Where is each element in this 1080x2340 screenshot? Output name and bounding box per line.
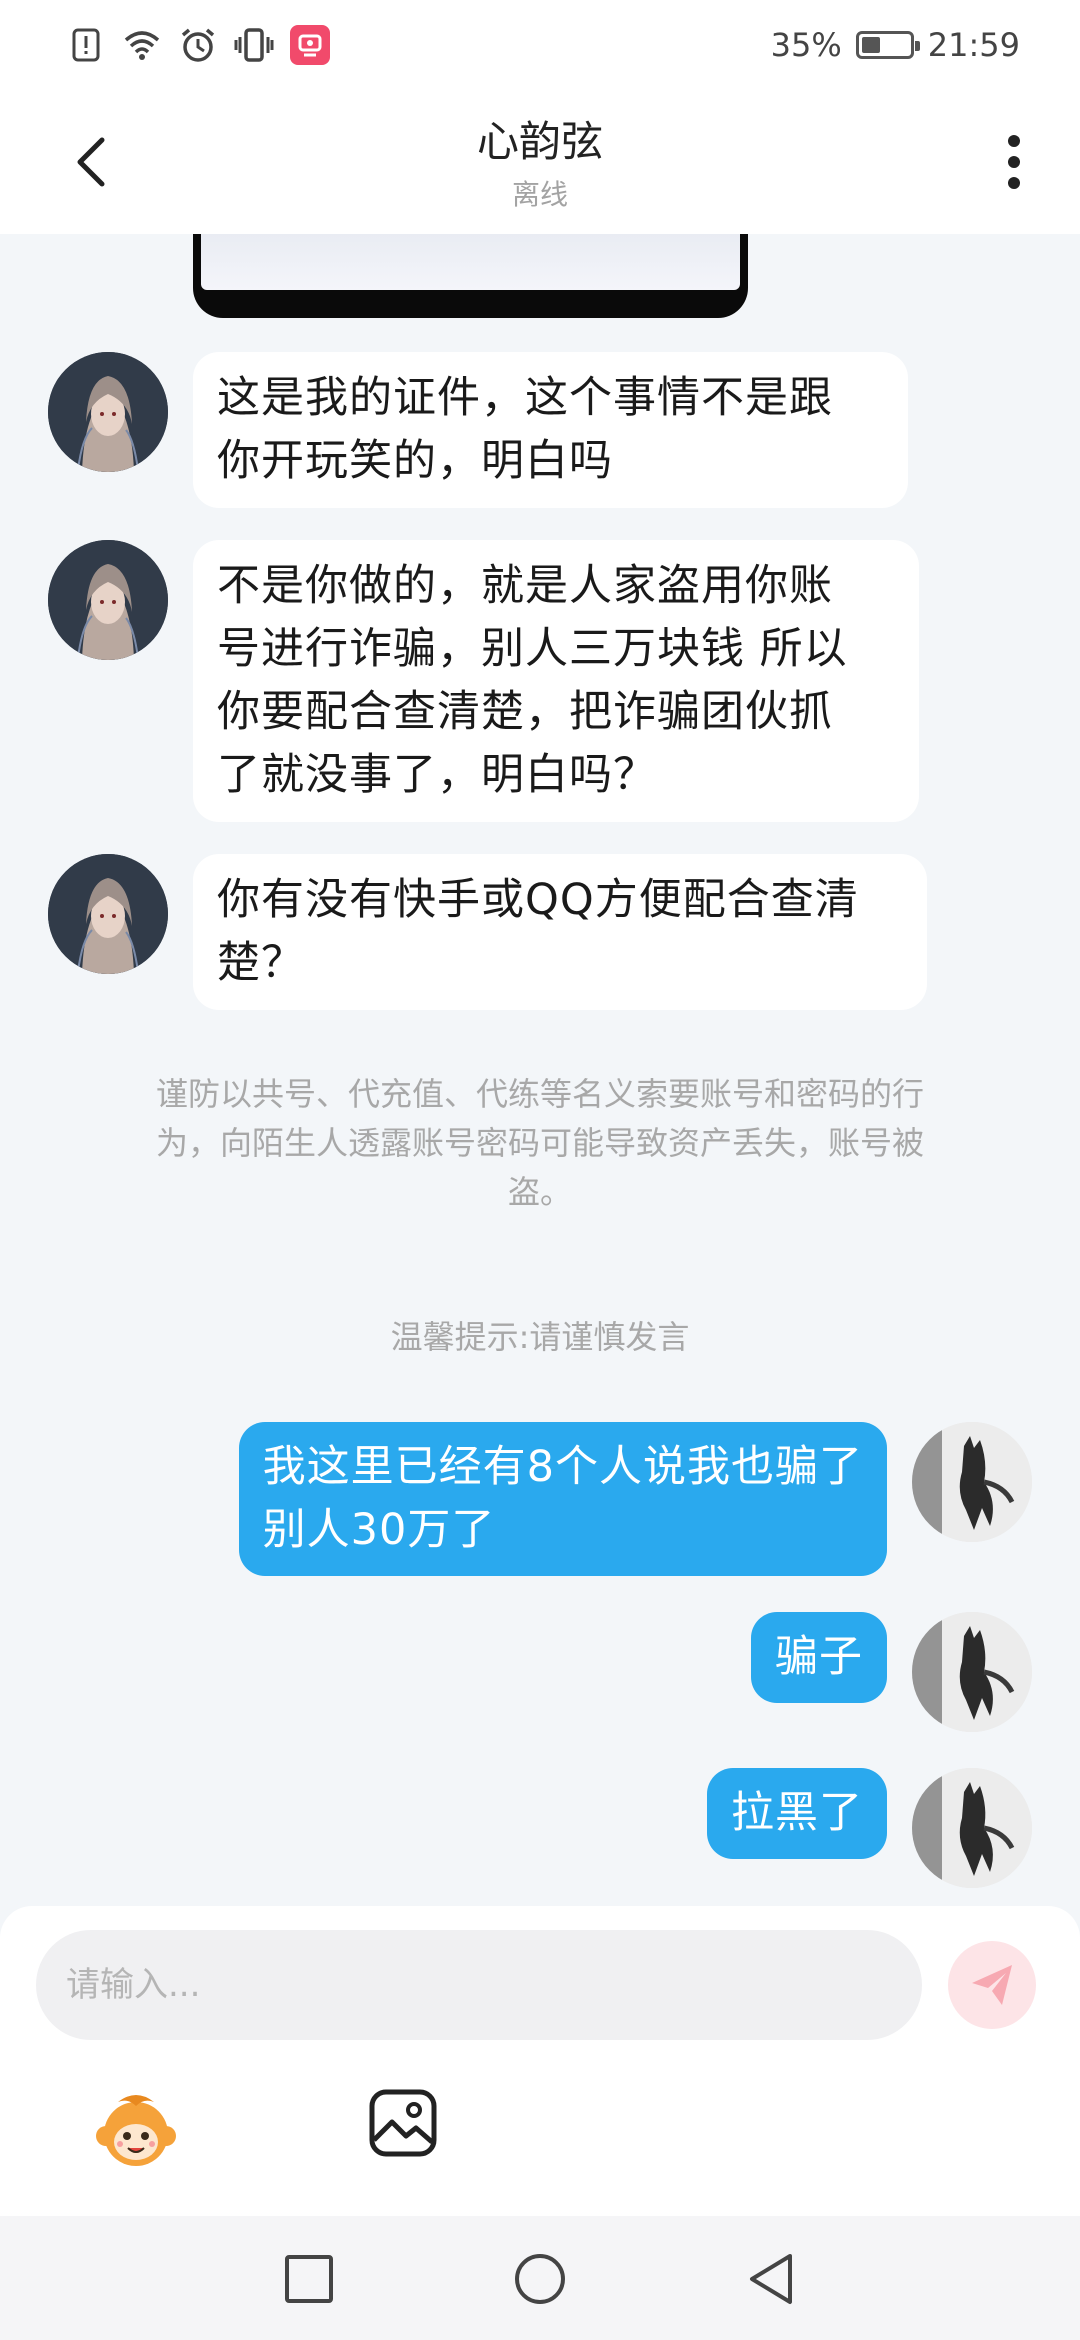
battery-percent: 35% bbox=[770, 26, 842, 64]
message-list[interactable]: 这是我的证件，这个事情不是跟 你开玩笑的，明白吗 不是你做的，就是人家盗用你账 … bbox=[0, 234, 1080, 1906]
contact-status: 离线 bbox=[511, 177, 568, 211]
emoji-mascot-icon bbox=[96, 2095, 176, 2166]
message-line: 我这里已经有8个人说我也骗了 bbox=[262, 1442, 863, 1492]
back-button[interactable] bbox=[62, 132, 122, 192]
contact-avatar[interactable] bbox=[48, 540, 168, 660]
composer bbox=[0, 1906, 1080, 2216]
contact-name: 心韵弦 bbox=[476, 116, 603, 166]
message-input[interactable] bbox=[36, 1930, 922, 2040]
wifi-icon bbox=[122, 25, 162, 65]
message-line: 了就没事了，明白吗？ bbox=[217, 750, 657, 800]
system-navigation-bar bbox=[0, 2216, 1080, 2340]
emoji-button[interactable] bbox=[92, 2086, 180, 2174]
battery-level bbox=[861, 37, 880, 53]
image-message[interactable] bbox=[193, 234, 748, 318]
chevron-left-icon bbox=[77, 137, 105, 187]
message-line: 号进行诈骗，别人三万块钱 所以 bbox=[217, 624, 848, 674]
square-icon bbox=[285, 2255, 333, 2303]
contact-avatar[interactable] bbox=[48, 352, 168, 472]
app-notification-icon bbox=[290, 25, 330, 65]
outgoing-message-bubble[interactable]: 骗子 bbox=[751, 1612, 887, 1703]
status-bar: 35% 21:59 bbox=[0, 0, 1080, 90]
chat-screen: 35% 21:59 心韵弦 离线 这是我的证件，这个事情不是跟 你开玩笑的，明白… bbox=[0, 0, 1080, 2340]
message-line: 不是你做的，就是人家盗用你账 bbox=[217, 561, 833, 611]
my-avatar[interactable] bbox=[912, 1612, 1032, 1732]
message-line: 楚？ bbox=[217, 938, 305, 988]
alert-icon bbox=[66, 25, 106, 65]
my-avatar[interactable] bbox=[912, 1422, 1032, 1542]
outgoing-message-bubble[interactable]: 拉黑了 bbox=[707, 1768, 887, 1859]
message-line: 你开玩笑的，明白吗 bbox=[217, 436, 613, 486]
my-avatar[interactable] bbox=[912, 1768, 1032, 1888]
outgoing-message-bubble[interactable]: 我这里已经有8个人说我也骗了 别人30万了 bbox=[238, 1422, 887, 1576]
triangle-back-icon bbox=[750, 2254, 792, 2304]
status-right: 35% 21:59 bbox=[771, 26, 1020, 64]
incoming-message-bubble[interactable]: 不是你做的，就是人家盗用你账 号进行诈骗，别人三万块钱 所以 你要配合查清楚，把… bbox=[193, 540, 919, 822]
notice-line: 谨防以共号、代充值、代练等名义索要账号和密码的行 bbox=[155, 1075, 924, 1113]
incoming-message-bubble[interactable]: 这是我的证件，这个事情不是跟 你开玩笑的，明白吗 bbox=[193, 352, 908, 508]
more-vertical-icon bbox=[1008, 135, 1020, 189]
message-line: 这是我的证件，这个事情不是跟 bbox=[217, 373, 833, 423]
speech-tip: 温馨提示:请谨慎发言 bbox=[390, 1318, 690, 1356]
chat-header: 心韵弦 离线 bbox=[0, 90, 1080, 234]
vibrate-icon bbox=[234, 25, 274, 65]
message-line: 别人30万了 bbox=[262, 1505, 496, 1555]
status-icons bbox=[66, 25, 330, 65]
send-button[interactable] bbox=[948, 1941, 1036, 2029]
message-line: 你要配合查清楚，把诈骗团伙抓 bbox=[217, 687, 833, 737]
nav-back-button[interactable] bbox=[742, 2250, 800, 2308]
message-line: 骗子 bbox=[775, 1632, 863, 1682]
send-icon bbox=[972, 1965, 1012, 2005]
battery-icon bbox=[855, 31, 920, 59]
image-message-content bbox=[201, 234, 740, 290]
image-picker-button[interactable] bbox=[368, 2088, 438, 2158]
contact-avatar[interactable] bbox=[48, 854, 168, 974]
message-line: 拉黑了 bbox=[731, 1788, 863, 1838]
header-titles: 心韵弦 离线 bbox=[477, 112, 603, 213]
home-button[interactable] bbox=[511, 2250, 569, 2308]
message-line: 你有没有快手或QQ方便配合查清 bbox=[217, 875, 859, 925]
incoming-message-bubble[interactable]: 你有没有快手或QQ方便配合查清 楚？ bbox=[193, 854, 927, 1010]
circle-icon bbox=[515, 2254, 565, 2304]
image-icon bbox=[369, 2089, 437, 2157]
recents-button[interactable] bbox=[280, 2250, 338, 2308]
notice-line: 盗。 bbox=[507, 1173, 572, 1211]
notice-line: 为，向陌生人透露账号密码可能导致资产丢失，账号被 bbox=[155, 1124, 924, 1162]
more-options-button[interactable] bbox=[988, 126, 1040, 198]
clock: 21:59 bbox=[927, 26, 1020, 64]
alarm-icon bbox=[178, 25, 218, 65]
security-notice: 谨防以共号、代充值、代练等名义索要账号和密码的行 为，向陌生人透露账号密码可能导… bbox=[100, 1070, 980, 1217]
